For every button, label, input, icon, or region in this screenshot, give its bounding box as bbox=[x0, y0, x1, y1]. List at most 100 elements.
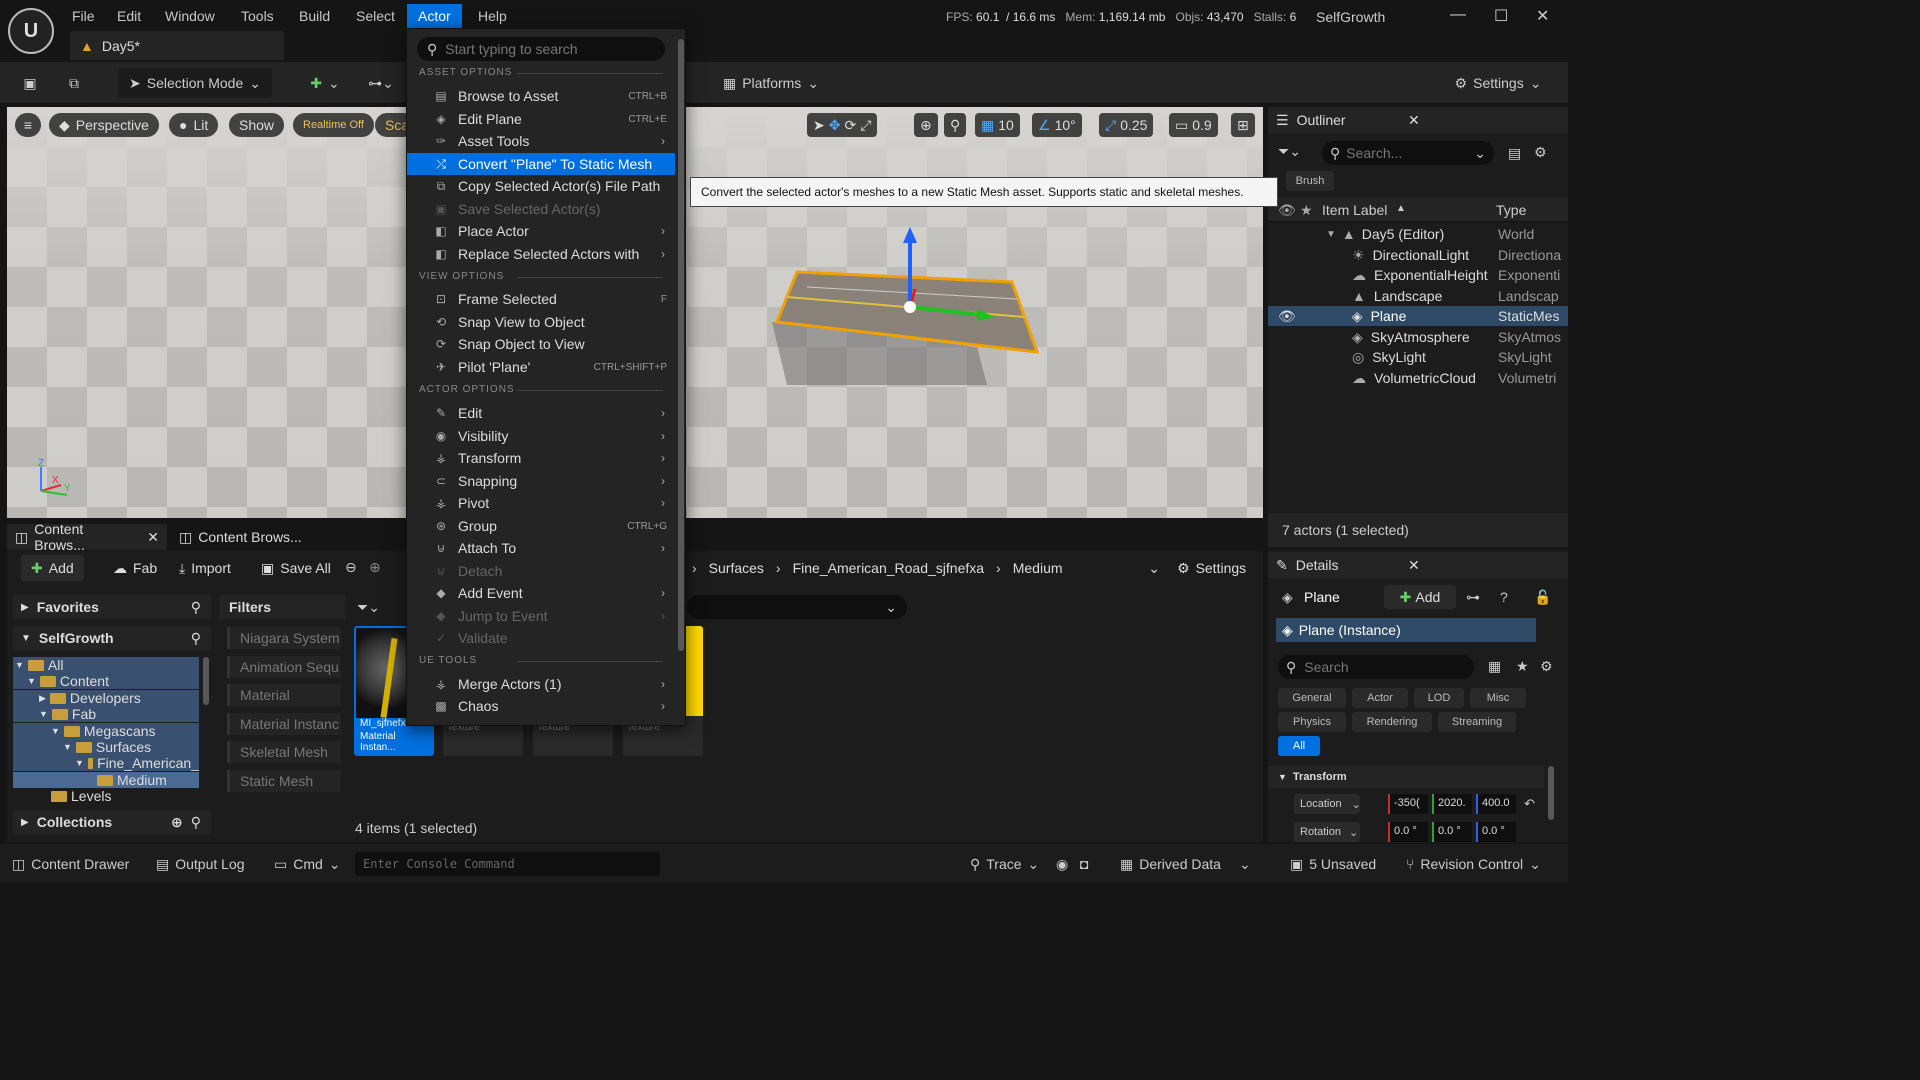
save-all-button[interactable]: ▣ Save All bbox=[251, 555, 341, 581]
chip-lod[interactable]: LOD bbox=[1414, 688, 1464, 708]
content-drawer-button[interactable]: ◫ Content Drawer bbox=[12, 853, 129, 875]
breadcrumb-surfaces[interactable]: Surfaces bbox=[709, 560, 764, 576]
table-view-icon[interactable]: ▦ bbox=[1488, 658, 1501, 675]
select-tool-icon[interactable]: ➤ bbox=[813, 117, 825, 134]
selection-mode-dropdown[interactable]: ➤ Selection Mode ⌄ bbox=[118, 68, 272, 98]
filter-material-instance[interactable]: Material Instanc bbox=[227, 713, 341, 735]
content-browser-tab-2[interactable]: ◫ Content Brows... bbox=[171, 524, 310, 550]
outliner-settings-icon[interactable]: ⚙ bbox=[1534, 144, 1547, 161]
outliner-row-skylight[interactable]: ◎ SkyLight SkyLight bbox=[1268, 347, 1568, 367]
collections-header[interactable]: ▶ Collections ⊕ ⚲ bbox=[13, 810, 211, 834]
close-icon[interactable]: ✕ bbox=[1408, 557, 1420, 574]
record-icon[interactable]: ◉ bbox=[1056, 853, 1068, 875]
menu-snap-view-to-object[interactable]: ⟲ Snap View to Object bbox=[407, 311, 675, 333]
menu-transform[interactable]: ⚶ Transform › bbox=[407, 447, 675, 469]
location-z-field[interactable]: 400.0 bbox=[1476, 794, 1516, 814]
add-folder-icon[interactable]: ▤ bbox=[1508, 145, 1521, 162]
scale-snap[interactable]: ⤢ 0.25 bbox=[1099, 113, 1154, 137]
save-icon[interactable]: ▣ bbox=[16, 68, 44, 98]
add-content-icon[interactable]: ✚ ⌄ bbox=[302, 68, 348, 98]
unreal-logo-icon[interactable]: U bbox=[8, 8, 54, 54]
menu-replace-actors[interactable]: ◧ Replace Selected Actors with › bbox=[407, 243, 675, 265]
platforms-dropdown[interactable]: ▦ Platforms ⌄ bbox=[712, 68, 830, 98]
menu-help[interactable]: Help bbox=[472, 4, 513, 28]
angle-snap[interactable]: ∠ 10° bbox=[1032, 113, 1082, 137]
menu-visibility[interactable]: ◉ Visibility › bbox=[407, 425, 675, 447]
realtime-off-badge[interactable]: Realtime Off bbox=[293, 113, 374, 137]
menu-window[interactable]: Window bbox=[159, 4, 221, 28]
filter-skeletal-mesh[interactable]: Skeletal Mesh bbox=[227, 741, 341, 763]
location-x-field[interactable]: -350( bbox=[1388, 794, 1428, 814]
console-input[interactable]: Enter Console Command bbox=[355, 852, 660, 876]
outliner-row-skyatmosphere[interactable]: ◈ SkyAtmosphere SkyAtmos bbox=[1268, 327, 1568, 347]
brush-filter-chip[interactable]: Brush bbox=[1286, 171, 1334, 191]
menu-copy-file-path[interactable]: ⧉ Copy Selected Actor(s) File Path bbox=[407, 175, 675, 197]
favorite-star-icon[interactable]: ★ bbox=[1516, 658, 1529, 675]
lock-icon[interactable]: 🔓 bbox=[1534, 589, 1551, 606]
menu-tools[interactable]: Tools bbox=[235, 4, 280, 28]
tree-scrollbar[interactable] bbox=[203, 657, 209, 705]
camera-speed[interactable]: ▭ 0.9 bbox=[1169, 113, 1218, 137]
details-add-button[interactable]: ✚ Add bbox=[1384, 585, 1456, 609]
maximize-viewport-icon[interactable]: ⊞ bbox=[1231, 113, 1255, 137]
tree-item-surfaces[interactable]: ▼ Surfaces bbox=[13, 739, 199, 755]
minimize-icon[interactable]: — bbox=[1450, 6, 1466, 24]
cmd-dropdown[interactable]: ▭ Cmd ⌄ bbox=[274, 853, 341, 875]
menu-file[interactable]: File bbox=[66, 4, 101, 28]
menu-snap-object-to-view[interactable]: ⟳ Snap Object to View bbox=[407, 333, 675, 355]
move-tool-icon[interactable]: ✥ bbox=[829, 117, 841, 134]
viewport-menu-icon[interactable]: ≡ bbox=[15, 113, 41, 137]
reset-icon[interactable]: ↶ bbox=[1524, 796, 1535, 812]
settings-dropdown[interactable]: ⚙ Settings ⌄ bbox=[1446, 68, 1550, 98]
details-tab[interactable]: ✎ Details ✕ bbox=[1268, 552, 1568, 578]
fab-button[interactable]: ☁ Fab bbox=[103, 555, 167, 581]
menu-edit-plane[interactable]: ◈ Edit Plane CTRL+E bbox=[407, 108, 675, 130]
content-settings-button[interactable]: ⚙ Settings bbox=[1167, 555, 1256, 581]
history-back-icon[interactable]: ⊖ bbox=[345, 559, 357, 576]
menu-convert-to-static-mesh[interactable]: ⤭ Convert "Plane" To Static Mesh bbox=[407, 153, 675, 175]
details-search[interactable]: ⚲ Search bbox=[1278, 655, 1474, 679]
search-icon[interactable]: ⚲ bbox=[191, 599, 201, 616]
grid-snap[interactable]: ▦ 10 bbox=[975, 113, 1020, 137]
outliner-tab[interactable]: ☰ Outliner ✕ bbox=[1268, 107, 1568, 133]
outliner-row-directionallight[interactable]: ☀ DirectionalLight Directiona bbox=[1268, 245, 1568, 265]
menu-add-event[interactable]: ◆ Add Event › bbox=[407, 582, 675, 604]
content-add-button[interactable]: ✚ Add bbox=[21, 555, 84, 581]
filter-material[interactable]: Material bbox=[227, 684, 341, 706]
level-tab[interactable]: ▲ Day5* bbox=[70, 31, 284, 60]
menu-pilot-plane[interactable]: ✈ Pilot 'Plane' CTRL+SHIFT+P bbox=[407, 356, 675, 378]
location-dropdown[interactable]: Location ⌄ bbox=[1294, 794, 1361, 814]
component-instance-row[interactable]: ◈ Plane (Instance) bbox=[1276, 618, 1536, 642]
output-log-button[interactable]: ▤ Output Log bbox=[156, 853, 245, 875]
favorites-header[interactable]: ▶ Favorites ⚲ bbox=[13, 595, 211, 619]
asset-search[interactable]: ⌄ bbox=[687, 595, 907, 619]
blueprint-icon[interactable]: ⊶⌄ bbox=[358, 68, 404, 98]
chip-actor[interactable]: Actor bbox=[1352, 688, 1408, 708]
pin-column-icon[interactable]: ★ bbox=[1300, 202, 1313, 219]
rotate-tool-icon[interactable]: ⟳ bbox=[844, 117, 856, 134]
menu-actor[interactable]: Actor bbox=[407, 4, 462, 28]
menu-build[interactable]: Build bbox=[293, 4, 336, 28]
rotation-x-field[interactable]: 0.0 ° bbox=[1388, 822, 1428, 842]
perspective-button[interactable]: ◆ Perspective bbox=[49, 113, 159, 137]
close-icon[interactable]: ✕ bbox=[1408, 112, 1420, 129]
tree-item-medium[interactable]: Medium bbox=[13, 772, 199, 788]
close-icon[interactable]: ✕ bbox=[147, 529, 159, 546]
menu-pivot[interactable]: ⚶ Pivot › bbox=[407, 492, 675, 514]
outliner-search[interactable]: ⚲ Search... ⌄ bbox=[1322, 141, 1494, 165]
filter-icon[interactable]: ⏷⌄ bbox=[1278, 143, 1301, 160]
selected-plane-mesh[interactable] bbox=[747, 227, 1067, 387]
menu-place-actor[interactable]: ◧ Place Actor › bbox=[407, 220, 675, 242]
type-column[interactable]: Type bbox=[1496, 202, 1526, 218]
scale-tool-icon[interactable]: ⤢ bbox=[860, 117, 871, 134]
outliner-row-plane[interactable]: 👁 ◈ Plane StaticMes bbox=[1268, 306, 1568, 326]
menu-search-input[interactable]: ⚲ Start typing to search bbox=[417, 37, 665, 61]
add-collection-icon[interactable]: ⊕ bbox=[171, 814, 183, 831]
tree-item-developers[interactable]: ▶ Developers bbox=[13, 690, 199, 706]
tree-item-fab[interactable]: ▼ Fab bbox=[13, 706, 199, 722]
search-icon[interactable]: ⚲ bbox=[191, 630, 201, 647]
breadcrumb-fine-american-road[interactable]: Fine_American_Road_sjfnefxa bbox=[793, 560, 984, 576]
menu-asset-tools[interactable]: ✑ Asset Tools › bbox=[407, 130, 675, 152]
filter-icon[interactable]: ⏷⌄ bbox=[357, 599, 380, 616]
menu-edit[interactable]: ✎ Edit › bbox=[407, 402, 675, 424]
